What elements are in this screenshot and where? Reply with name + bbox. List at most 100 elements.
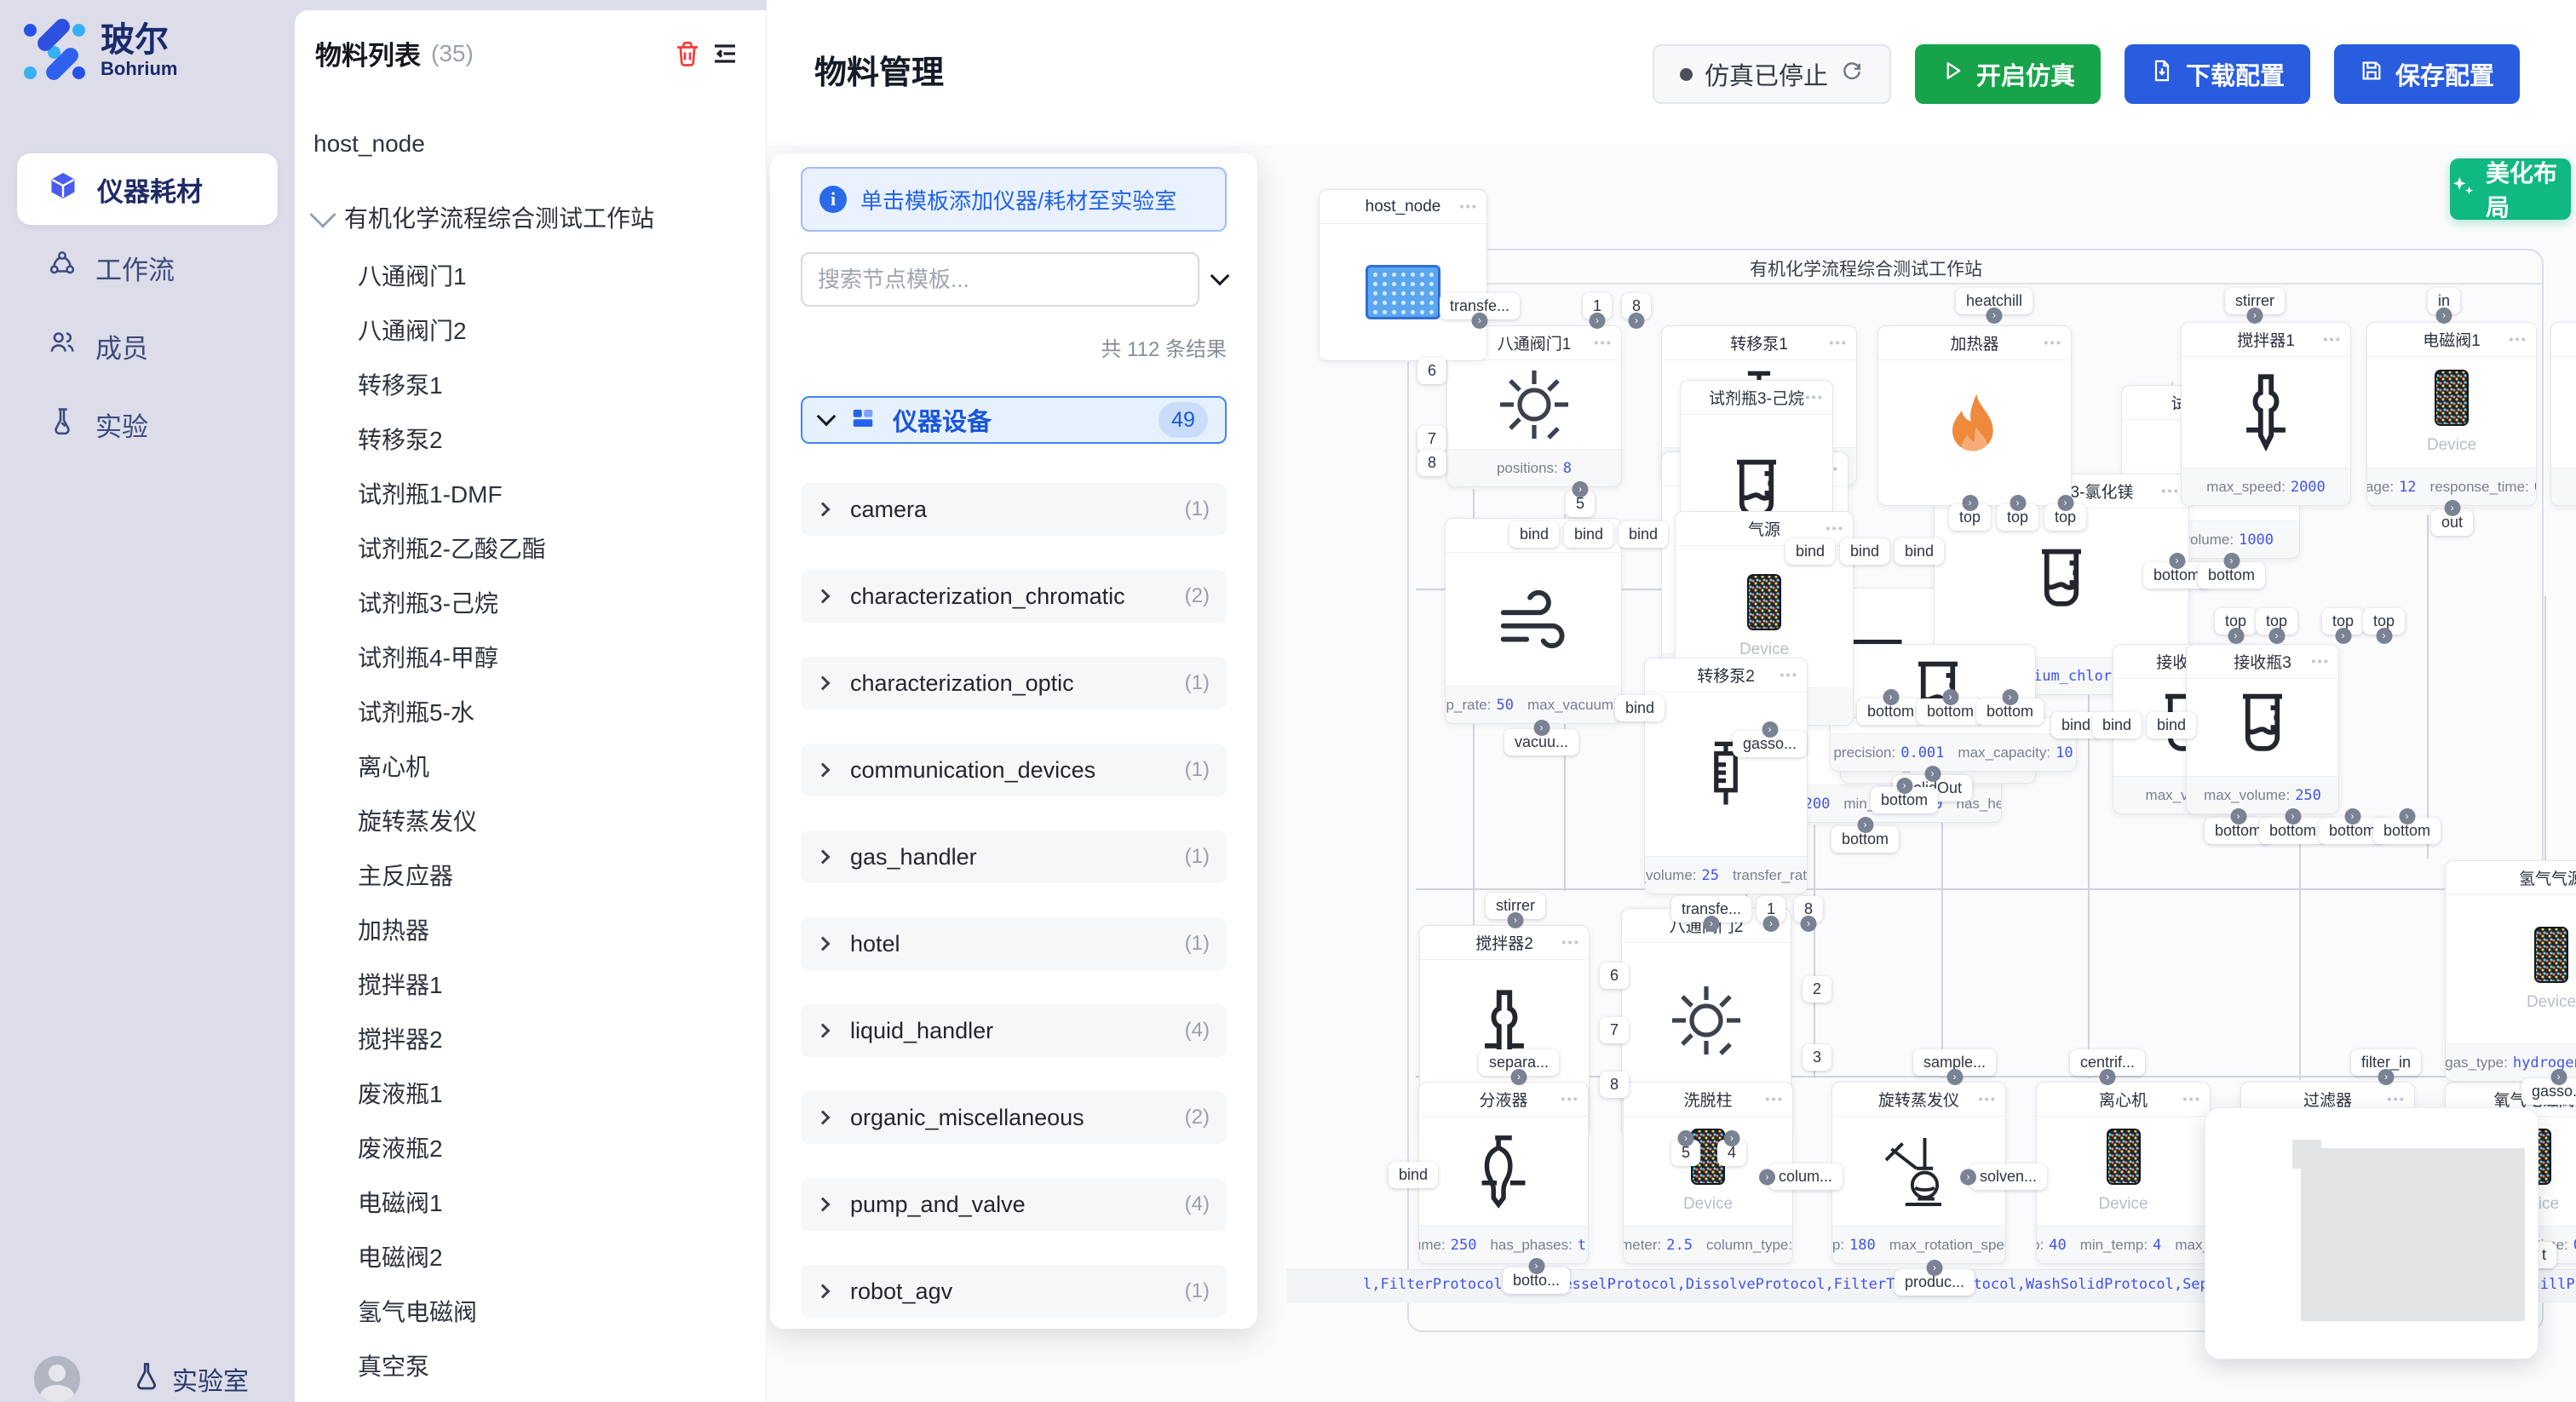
port-pill[interactable]: gasso...›: [1733, 731, 1807, 757]
port-pill[interactable]: bind: [1785, 538, 1835, 565]
port-pill[interactable]: separa...›: [1479, 1049, 1559, 1076]
port-pill[interactable]: transfe...›: [1440, 293, 1520, 319]
port-pill[interactable]: 8›: [1622, 293, 1651, 319]
port-dot-icon[interactable]: ›: [2344, 808, 2360, 825]
node-menu-icon[interactable]: •••: [1594, 336, 1613, 350]
port-dot-icon[interactable]: ›: [1987, 307, 2003, 324]
port-pill[interactable]: bottom›: [2198, 562, 2265, 589]
node-menu-icon[interactable]: •••: [2044, 336, 2062, 350]
port-pill[interactable]: bottom›: [2373, 818, 2441, 844]
port-pill[interactable]: bottom›: [1976, 698, 2044, 725]
port-pill[interactable]: 1›: [1583, 293, 1612, 319]
port-dot-icon[interactable]: ›: [1763, 916, 1780, 932]
port-pill[interactable]: 1›: [1757, 896, 1785, 922]
port-pill[interactable]: produc...›: [1895, 1269, 1975, 1296]
canvas-node-真空泵[interactable]: 真空泵•••pump_rate:50max_vacuum:0.1: [1445, 518, 1622, 724]
port-pill[interactable]: gasso...›: [2521, 1078, 2576, 1105]
tree-item[interactable]: 八通阀门2: [313, 304, 766, 359]
node-menu-icon[interactable]: •••: [1459, 199, 1478, 214]
port-pill[interactable]: solven...›: [1969, 1164, 2047, 1190]
port-pill[interactable]: 5›: [1566, 491, 1595, 517]
trash-icon[interactable]: [669, 35, 706, 72]
port-dot-icon[interactable]: ›: [2550, 1069, 2567, 1085]
port-pill[interactable]: bind: [1509, 521, 1559, 548]
port-dot-icon[interactable]: ›: [1533, 720, 1550, 736]
download-config-button[interactable]: 下载配置: [2125, 44, 2310, 104]
port-pill[interactable]: bind: [1564, 521, 1613, 548]
port-pill[interactable]: bind: [1840, 538, 1889, 565]
category-row-communication_devices[interactable]: communication_devices(1): [801, 744, 1227, 796]
refresh-icon[interactable]: [1840, 59, 1864, 89]
node-menu-icon[interactable]: •••: [1829, 336, 1848, 350]
tree-item[interactable]: 旋转蒸发仪: [313, 795, 766, 849]
tree-item[interactable]: 加热器: [313, 904, 766, 958]
port-dot-icon[interactable]: ›: [1759, 1169, 1775, 1185]
port-pill[interactable]: top›: [1949, 504, 1991, 531]
port-dot-icon[interactable]: ›: [2268, 628, 2285, 644]
category-row-liquid_handler[interactable]: liquid_handler(4): [801, 1004, 1227, 1057]
port-pill[interactable]: top›: [1997, 504, 2038, 531]
node-menu-icon[interactable]: •••: [1826, 521, 1844, 536]
node-menu-icon[interactable]: •••: [1780, 668, 1798, 682]
category-row-camera[interactable]: camera(1): [801, 483, 1227, 536]
tree-item[interactable]: 试剂瓶5-水: [313, 686, 766, 740]
port-pill[interactable]: 6: [1417, 358, 1446, 384]
port-dot-icon[interactable]: ›: [2399, 808, 2415, 825]
port-pill[interactable]: 5›: [1671, 1140, 1700, 1166]
minimap[interactable]: [2205, 1107, 2539, 1359]
port-dot-icon[interactable]: ›: [2010, 495, 2026, 511]
port-dot-icon[interactable]: ›: [1927, 1260, 1943, 1276]
port-pill[interactable]: 8: [1417, 450, 1446, 476]
tree-item[interactable]: 八通阀门1: [313, 250, 766, 304]
category-row-characterization_optic[interactable]: characterization_optic(1): [801, 657, 1227, 710]
port-pill[interactable]: top›: [2215, 608, 2257, 635]
canvas-node-离心机[interactable]: 离心机•••Devicetemp:40min_temp:4max_spe: [2036, 1082, 2211, 1264]
avatar[interactable]: [34, 1356, 80, 1402]
port-dot-icon[interactable]: ›: [1704, 916, 1720, 932]
tree-item[interactable]: 废液瓶1: [313, 1067, 766, 1122]
search-input[interactable]: [801, 252, 1199, 307]
port-pill[interactable]: filter_in›: [2351, 1049, 2421, 1076]
port-dot-icon[interactable]: ›: [2100, 1069, 2116, 1085]
port-pill[interactable]: bottom›: [1857, 698, 1924, 725]
node-menu-icon[interactable]: •••: [1765, 1092, 1784, 1106]
port-pill[interactable]: bottom›: [1831, 826, 1899, 853]
port-dot-icon[interactable]: ›: [1511, 1069, 1527, 1085]
canvas-node-电磁阀1[interactable]: 电磁阀1•••Devicevoltage:12response_time:0.1: [2366, 322, 2537, 506]
port-dot-icon[interactable]: ›: [2228, 628, 2244, 644]
port-pill[interactable]: bind: [1615, 695, 1665, 721]
tree-item[interactable]: 转移泵2: [313, 413, 766, 468]
port-pill[interactable]: bind: [1895, 538, 1944, 565]
tree-item[interactable]: 主反应器: [313, 849, 766, 904]
category-row-organic_miscellaneous[interactable]: organic_miscellaneous(2): [801, 1091, 1227, 1144]
sidebar-item-experiment[interactable]: 实验: [17, 388, 278, 460]
port-dot-icon[interactable]: ›: [2376, 628, 2392, 644]
port-dot-icon[interactable]: ›: [1924, 766, 1941, 782]
port-pill[interactable]: bottom›: [1871, 787, 1938, 813]
canvas-node-host_node[interactable]: host_node•••: [1319, 189, 1487, 361]
canvas-node-加热器[interactable]: 加热器•••: [1877, 325, 2072, 506]
category-group-instruments[interactable]: 仪器设备 49: [801, 396, 1227, 444]
sidebar-lab-link[interactable]: 实验室: [131, 1360, 249, 1398]
port-pill[interactable]: bind: [1619, 521, 1668, 548]
canvas-node-转移泵2[interactable]: 转移泵2•••max_volume:25transfer_rate:10: [1644, 658, 1808, 894]
category-row-robot_agv[interactable]: robot_agv(1): [801, 1265, 1227, 1318]
node-menu-icon[interactable]: •••: [1561, 935, 1580, 950]
port-pill[interactable]: 7: [1600, 1017, 1629, 1043]
port-dot-icon[interactable]: ›: [2335, 628, 2351, 644]
beautify-layout-button[interactable]: 美化布局: [2450, 158, 2571, 220]
tree-item[interactable]: 搅拌器1: [313, 958, 766, 1013]
port-dot-icon[interactable]: ›: [1528, 1258, 1544, 1274]
tree-item[interactable]: 试剂瓶2-乙酸乙酯: [313, 522, 766, 577]
port-dot-icon[interactable]: ›: [1857, 817, 1873, 833]
port-pill[interactable]: stirrer›: [1486, 893, 1545, 919]
tree-item[interactable]: 转移泵1: [313, 359, 766, 413]
port-pill[interactable]: vacuu...›: [1504, 729, 1578, 756]
port-dot-icon[interactable]: ›: [1896, 778, 1912, 794]
port-pill[interactable]: colum...›: [1768, 1164, 1843, 1190]
port-dot-icon[interactable]: ›: [1962, 495, 1978, 511]
tree-group-workstation[interactable]: 有机化学流程综合测试工作站: [313, 200, 766, 250]
port-pill[interactable]: top›: [2044, 504, 2086, 531]
chevron-down-icon[interactable]: [1210, 267, 1230, 286]
port-pill[interactable]: transfe...›: [1671, 896, 1751, 922]
